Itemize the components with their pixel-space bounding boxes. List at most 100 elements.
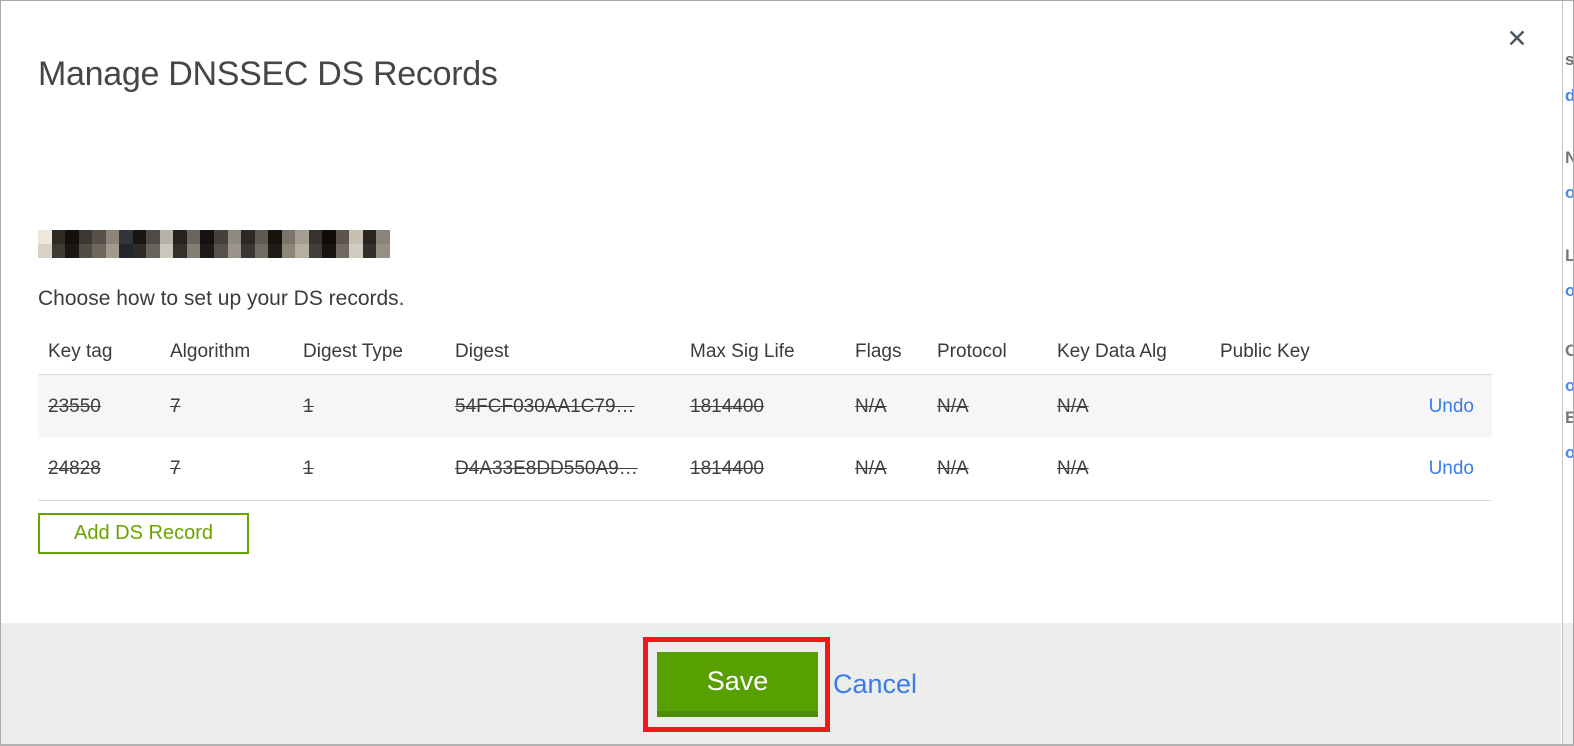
redaction-pixel — [78, 244, 93, 258]
column-header-key-data-alg: Key Data Alg — [1057, 341, 1167, 362]
redaction-pixel — [227, 244, 242, 258]
column-header-digest: Digest — [455, 341, 509, 362]
redaction-pixel — [362, 244, 377, 258]
record-cell: 54FCF030AA1C79… — [455, 395, 635, 417]
redaction-pixel — [173, 244, 187, 258]
add-ds-record-button[interactable]: Add DS Record — [38, 513, 249, 554]
redaction-pixel — [38, 230, 52, 244]
redaction-pixel — [78, 230, 93, 244]
record-cell: N/A — [855, 458, 887, 479]
record-cell: 7 — [170, 458, 181, 479]
cancel-link[interactable]: Cancel — [833, 652, 917, 717]
redaction-pixel — [51, 230, 66, 244]
redaction-pixel — [268, 230, 282, 244]
record-cell: 1814400 — [690, 395, 764, 417]
record-cell: 1 — [303, 458, 314, 479]
record-cell: 1 — [303, 395, 314, 417]
redaction-pixel — [146, 244, 160, 258]
redaction-pixel — [349, 230, 363, 244]
redaction-pixel — [281, 244, 296, 258]
record-cell: 23550 — [48, 395, 101, 417]
background-text-fragment: o — [1565, 282, 1574, 299]
redaction-pixel — [92, 230, 106, 244]
redaction-pixel — [227, 230, 242, 244]
redaction-pixel — [295, 244, 309, 258]
redaction-pixel — [214, 230, 228, 244]
redaction-pixel — [51, 244, 66, 258]
redaction-pixel — [254, 244, 269, 258]
redaction-pixel — [241, 230, 255, 244]
redaction-pixel — [159, 244, 174, 258]
redaction-pixel — [241, 244, 255, 258]
redaction-pixel — [92, 244, 106, 258]
save-button[interactable]: Save — [657, 652, 818, 717]
column-header-algorithm: Algorithm — [170, 341, 251, 362]
redaction-pixel — [119, 230, 133, 244]
redaction-pixel — [146, 230, 160, 244]
redaction-pixel — [200, 230, 214, 244]
background-text-fragment: d — [1565, 87, 1574, 104]
undo-link[interactable]: Undo — [1429, 458, 1474, 479]
table-header-row: Key tag Algorithm Digest Type Digest Max Sig… — [38, 330, 1492, 375]
redaction-pixel — [173, 230, 187, 244]
column-header-protocol: Protocol — [937, 341, 1007, 362]
redaction-pixel — [376, 244, 390, 258]
background-text-fragment: o — [1565, 184, 1574, 201]
redaction-pixel — [105, 244, 120, 258]
redaction-pixel — [186, 244, 201, 258]
redaction-pixel — [335, 244, 350, 258]
record-cell: N/A — [937, 395, 969, 417]
record-cell: 1814400 — [690, 458, 764, 479]
redaction-pixel — [268, 244, 282, 258]
redaction-pixel — [254, 230, 269, 244]
actions-cell: Undo — [1380, 458, 1492, 480]
redaction-pixel — [119, 244, 133, 258]
background-footer-sliver — [1563, 623, 1574, 744]
redaction-pixel — [376, 230, 390, 244]
column-header-digest-type: Digest Type — [303, 341, 403, 362]
redaction-pixel — [308, 230, 323, 244]
column-header-flags: Flags — [855, 341, 902, 362]
record-cell: 7 — [170, 395, 181, 417]
redaction-pixel — [349, 244, 363, 258]
record-cell: 24828 — [48, 458, 101, 479]
record-cell: N/A — [1057, 395, 1089, 417]
redaction-pixel — [322, 244, 336, 258]
redaction-pixel — [159, 230, 174, 244]
subtitle-text: Choose how to set up your DS records. — [38, 287, 405, 310]
redaction-pixel — [295, 230, 309, 244]
ds-record-row: 23550 7 1 54FCF030AA1C79… 1814400 N/A N/A N/A Un… — [38, 375, 1492, 438]
redaction-pixel — [132, 244, 147, 258]
background-page-sliver: sdNoLoOoEo — [1562, 1, 1574, 744]
background-text-fragment: o — [1565, 444, 1574, 461]
column-header-public-key: Public Key — [1220, 341, 1310, 362]
undo-link[interactable]: Undo — [1429, 396, 1474, 417]
column-header-max-sig-life: Max Sig Life — [690, 341, 795, 362]
page-title: Manage DNSSEC DS Records — [38, 54, 498, 93]
redaction-pixel — [132, 230, 147, 244]
background-text-fragment: N — [1565, 149, 1574, 166]
background-text-fragment: E — [1565, 409, 1574, 426]
ds-record-row: 24828 7 1 D4A33E8DD550A9… 1814400 N/A N/A N/A Un… — [38, 438, 1492, 501]
ds-records-table: Key tag Algorithm Digest Type Digest Max Sig… — [38, 330, 1492, 501]
redaction-pixel — [308, 244, 323, 258]
column-header-key-tag: Key tag — [48, 341, 113, 362]
record-cell: N/A — [1057, 458, 1089, 479]
redaction-pixel — [322, 230, 336, 244]
actions-cell: Undo — [1380, 396, 1492, 418]
redaction-pixel — [335, 230, 350, 244]
redacted-domain-name — [38, 230, 390, 258]
redaction-pixel — [65, 244, 79, 258]
record-cell: D4A33E8DD550A9… — [455, 458, 638, 479]
redaction-pixel — [65, 230, 79, 244]
background-text-fragment: s — [1565, 50, 1574, 69]
record-cell: N/A — [855, 395, 887, 417]
redaction-pixel — [281, 230, 296, 244]
background-text-fragment: L — [1565, 247, 1574, 264]
background-text-fragment: O — [1565, 342, 1574, 359]
redaction-pixel — [200, 244, 214, 258]
background-text-fragment: o — [1565, 377, 1574, 394]
table-body: 23550 7 1 54FCF030AA1C79… 1814400 N/A N/A N/A Un… — [38, 375, 1492, 501]
redaction-pixel — [38, 244, 52, 258]
close-icon[interactable]: ✕ — [1500, 22, 1534, 56]
